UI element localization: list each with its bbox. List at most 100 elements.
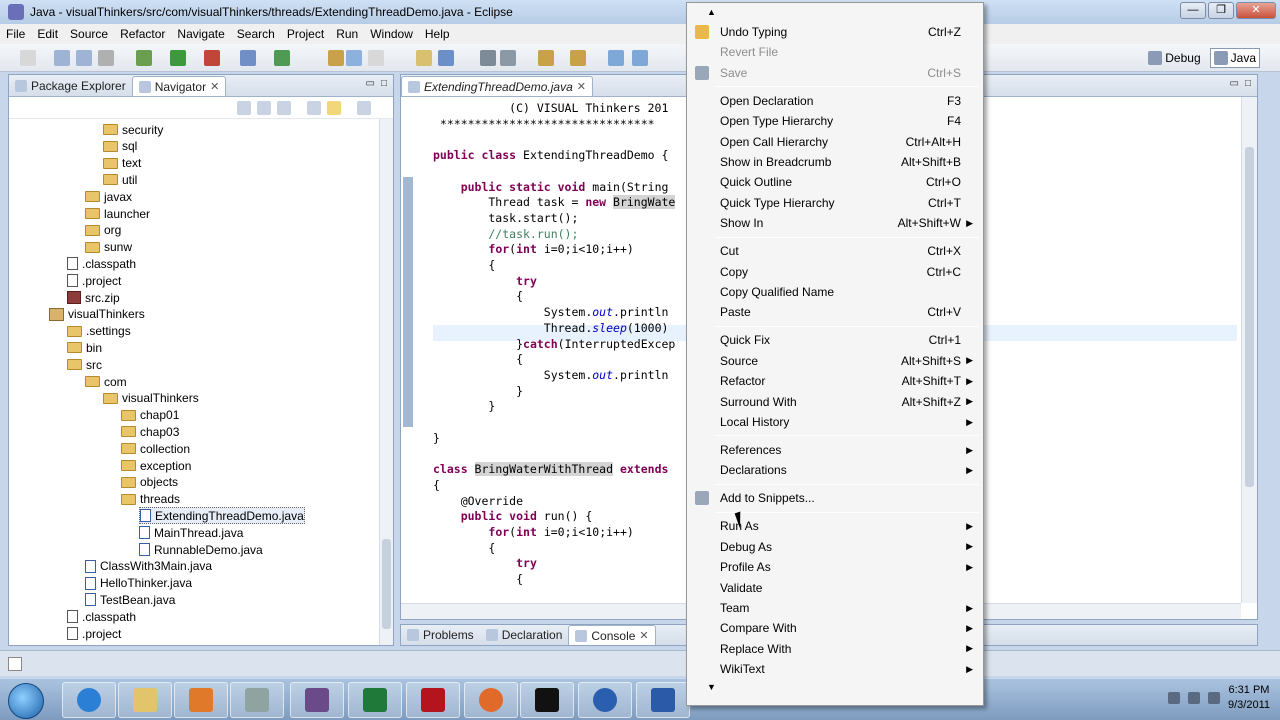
scroll-down-icon[interactable]: ▼ — [707, 682, 716, 692]
toolbar-tool-icon[interactable] — [632, 50, 648, 66]
tree-item-org[interactable]: org — [85, 222, 121, 239]
taskbar-flash[interactable] — [406, 682, 460, 718]
toolbar-tool-icon[interactable] — [274, 50, 290, 66]
tree-item-bin[interactable]: bin — [67, 339, 102, 356]
tree-item-text[interactable]: text — [103, 155, 141, 172]
tree-item-threads[interactable]: threads — [121, 491, 180, 508]
menu-item-cut[interactable]: Cut Ctrl+X — [689, 241, 981, 261]
tab-package-explorer[interactable]: Package Explorer — [9, 76, 132, 96]
menu-item-wikitext[interactable]: WikiText ▶ — [689, 659, 981, 679]
back-icon[interactable] — [237, 101, 251, 115]
taskbar-help[interactable] — [578, 682, 632, 718]
menu-item-replace-with[interactable]: Replace With ▶ — [689, 639, 981, 659]
toolbar-tool-icon[interactable] — [240, 50, 256, 66]
network-icon[interactable] — [1187, 692, 1200, 704]
up-icon[interactable] — [277, 101, 291, 115]
menu-item-source[interactable]: Source Alt+Shift+S ▶ — [689, 351, 981, 371]
toolbar-tool-icon[interactable] — [328, 50, 344, 66]
toolbar-tool-icon[interactable] — [136, 50, 152, 66]
tree-item-objects[interactable]: objects — [121, 474, 178, 491]
toolbar-tool-icon[interactable] — [480, 50, 496, 66]
menu-item-compare-with[interactable]: Compare With ▶ — [689, 618, 981, 638]
menu-source[interactable]: Source — [64, 27, 114, 41]
toolbar-tool-icon[interactable] — [54, 50, 70, 66]
menu-project[interactable]: Project — [281, 27, 330, 41]
menu-refactor[interactable]: Refactor — [114, 27, 171, 41]
tree-item-mainthread-java[interactable]: MainThread.java — [139, 524, 243, 541]
toolbar-tool-icon[interactable] — [608, 50, 624, 66]
menu-item-team[interactable]: Team ▶ — [689, 598, 981, 618]
tree-item-project[interactable]: .project — [67, 625, 121, 642]
menu-item-run-as[interactable]: Run As ▶ — [689, 516, 981, 536]
menu-item-copy[interactable]: Copy Ctrl+C — [689, 262, 981, 282]
collapse-all-icon[interactable] — [307, 101, 321, 115]
menu-item-declarations[interactable]: Declarations ▶ — [689, 460, 981, 480]
menu-item-show-in[interactable]: Show In Alt+Shift+W ▶ — [689, 213, 981, 233]
toolbar-tool-icon[interactable] — [500, 50, 516, 66]
menu-item-local-history[interactable]: Local History ▶ — [689, 412, 981, 432]
taskbar-explorer[interactable] — [118, 682, 172, 718]
menu-item-quick-outline[interactable]: Quick Outline Ctrl+O — [689, 172, 981, 192]
tree-item-classpath[interactable]: .classpath — [67, 608, 136, 625]
taskbar-ie[interactable] — [62, 682, 116, 718]
tab-navigator[interactable]: Navigator ✕ — [131, 76, 227, 96]
tree-item-visualthinkers[interactable]: visualThinkers — [103, 390, 199, 407]
flag-icon[interactable] — [1167, 692, 1180, 704]
tree-item-settings[interactable]: .settings — [67, 323, 131, 340]
taskbar-eclipse[interactable] — [290, 682, 344, 718]
fast-view-icon[interactable] — [8, 657, 22, 671]
toolbar-tool-icon[interactable] — [204, 50, 220, 66]
tree-item-project[interactable]: .project — [67, 272, 121, 289]
toolbar-tool-icon[interactable] — [416, 50, 432, 66]
tab-declaration[interactable]: Declaration — [480, 625, 569, 645]
menu-item-add-to-snippets[interactable]: Add to Snippets... — [689, 488, 981, 508]
menu-search[interactable]: Search — [231, 27, 281, 41]
tree-item-exception[interactable]: exception — [121, 457, 191, 474]
maximize-view-icon[interactable]: □ — [381, 78, 387, 89]
taskbar-notepad[interactable] — [230, 682, 284, 718]
menu-item-revert-file[interactable]: Revert File — [689, 42, 981, 62]
menu-item-debug-as[interactable]: Debug As ▶ — [689, 537, 981, 557]
toolbar-tool-icon[interactable] — [170, 50, 186, 66]
tree-item-chap03[interactable]: chap03 — [121, 423, 179, 440]
start-button[interactable] — [8, 683, 44, 719]
menu-item-paste[interactable]: Paste Ctrl+V — [689, 302, 981, 322]
toolbar-tool-icon[interactable] — [438, 50, 454, 66]
menu-edit[interactable]: Edit — [31, 27, 64, 41]
menu-help[interactable]: Help — [419, 27, 456, 41]
volume-icon[interactable] — [1207, 692, 1220, 704]
menu-item-references[interactable]: References ▶ — [689, 440, 981, 460]
menu-run[interactable]: Run — [330, 27, 364, 41]
debug-perspective-button[interactable]: Debug — [1145, 48, 1203, 68]
tree-item-collection[interactable]: collection — [121, 440, 190, 457]
menu-item-profile-as[interactable]: Profile As ▶ — [689, 557, 981, 577]
tree-item-com[interactable]: com — [85, 373, 127, 390]
tree-item-launcher[interactable]: launcher — [85, 205, 150, 222]
clock[interactable]: 6:31 PM 9/3/2011 — [1228, 683, 1270, 713]
toolbar-tool-icon[interactable] — [346, 50, 362, 66]
menu-window[interactable]: Window — [364, 27, 419, 41]
maximize-editor-icon[interactable]: □ — [1245, 78, 1251, 89]
tree-item-testbean-java[interactable]: TestBean.java — [85, 591, 175, 608]
toolbar-tool-icon[interactable] — [98, 50, 114, 66]
java-perspective-button[interactable]: Java — [1209, 48, 1260, 68]
taskbar-recorder[interactable] — [464, 682, 518, 718]
close-tab-icon[interactable]: ✕ — [210, 80, 219, 93]
menu-item-open-declaration[interactable]: Open Declaration F3 — [689, 91, 981, 111]
menu-item-copy-qualified-name[interactable]: Copy Qualified Name — [689, 282, 981, 302]
menu-item-save[interactable]: Save Ctrl+S — [689, 63, 981, 83]
tree-item-src[interactable]: src — [67, 356, 102, 373]
tree-item-chap01[interactable]: chap01 — [121, 407, 179, 424]
tree-item-classwith3main-java[interactable]: ClassWith3Main.java — [85, 558, 212, 575]
close-tab-icon[interactable]: ✕ — [577, 80, 586, 93]
tab-problems[interactable]: Problems — [401, 625, 480, 645]
menu-item-validate[interactable]: Validate — [689, 578, 981, 598]
tree-item-src-zip[interactable]: src.zip — [67, 289, 120, 306]
tree-item-hellothinker-java[interactable]: HelloThinker.java — [85, 575, 192, 592]
close-button[interactable]: ✕ — [1236, 2, 1276, 19]
toolbar-tool-icon[interactable] — [20, 50, 36, 66]
menu-navigate[interactable]: Navigate — [171, 27, 230, 41]
toolbar-tool-icon[interactable] — [538, 50, 554, 66]
menu-item-quick-type-hierarchy[interactable]: Quick Type Hierarchy Ctrl+T — [689, 193, 981, 213]
tree-item-security[interactable]: security — [103, 121, 163, 138]
